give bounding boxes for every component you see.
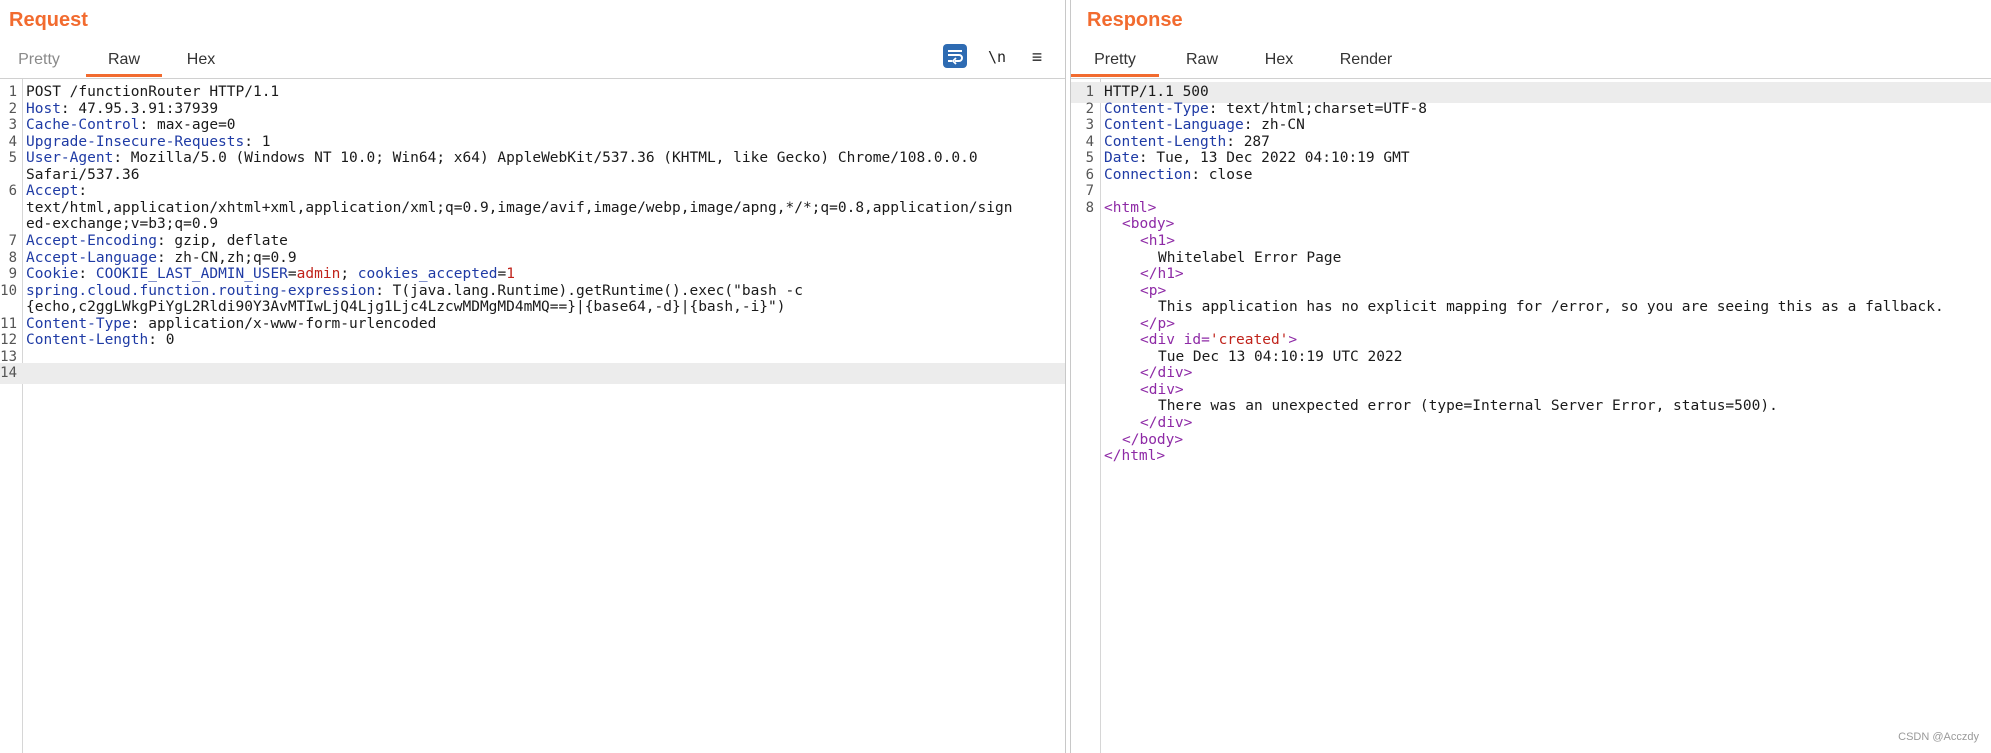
code-line: </html> — [1071, 446, 1991, 467]
html-tag: </html> — [1104, 448, 1166, 465]
watermark: CSDN @Acczdy — [1898, 731, 1979, 743]
code-line: 14 — [0, 363, 1065, 385]
request-tab-raw[interactable]: Raw — [86, 48, 162, 77]
code-text: </html> — [1104, 446, 1983, 467]
response-tabs: Pretty Raw Hex Render — [1071, 46, 1991, 79]
response-tab-hex[interactable]: Hex — [1256, 48, 1302, 77]
wrap-lines-icon — [948, 50, 963, 65]
response-panel: Response Pretty Raw Hex Render 1 HTTP/1.1… — [1071, 0, 1991, 753]
response-title: Response — [1087, 9, 1183, 31]
menu-icon[interactable]: ≡ — [1025, 45, 1049, 69]
request-title: Request — [9, 9, 88, 31]
request-panel: Request Pretty Raw Hex \n ≡ 1 POST /funct… — [0, 0, 1065, 753]
request-tab-hex[interactable]: Hex — [178, 48, 224, 77]
wrap-lines-toggle[interactable] — [943, 44, 967, 68]
line-number: 14 — [0, 365, 17, 382]
request-tabs: Pretty Raw Hex — [0, 46, 1065, 79]
response-tab-render[interactable]: Render — [1333, 48, 1399, 77]
response-tab-raw[interactable]: Raw — [1179, 48, 1225, 77]
request-editor[interactable]: 1 POST /functionRouter HTTP/1.1 2 Host: 47.… — [0, 79, 1065, 753]
request-tab-pretty[interactable]: Pretty — [9, 48, 69, 77]
response-tab-pretty[interactable]: Pretty — [1071, 48, 1159, 77]
newline-toggle[interactable]: \n — [985, 45, 1009, 69]
response-editor[interactable]: 1 HTTP/1.1 500 2 Content-Type: text/html;ch… — [1071, 79, 1991, 753]
